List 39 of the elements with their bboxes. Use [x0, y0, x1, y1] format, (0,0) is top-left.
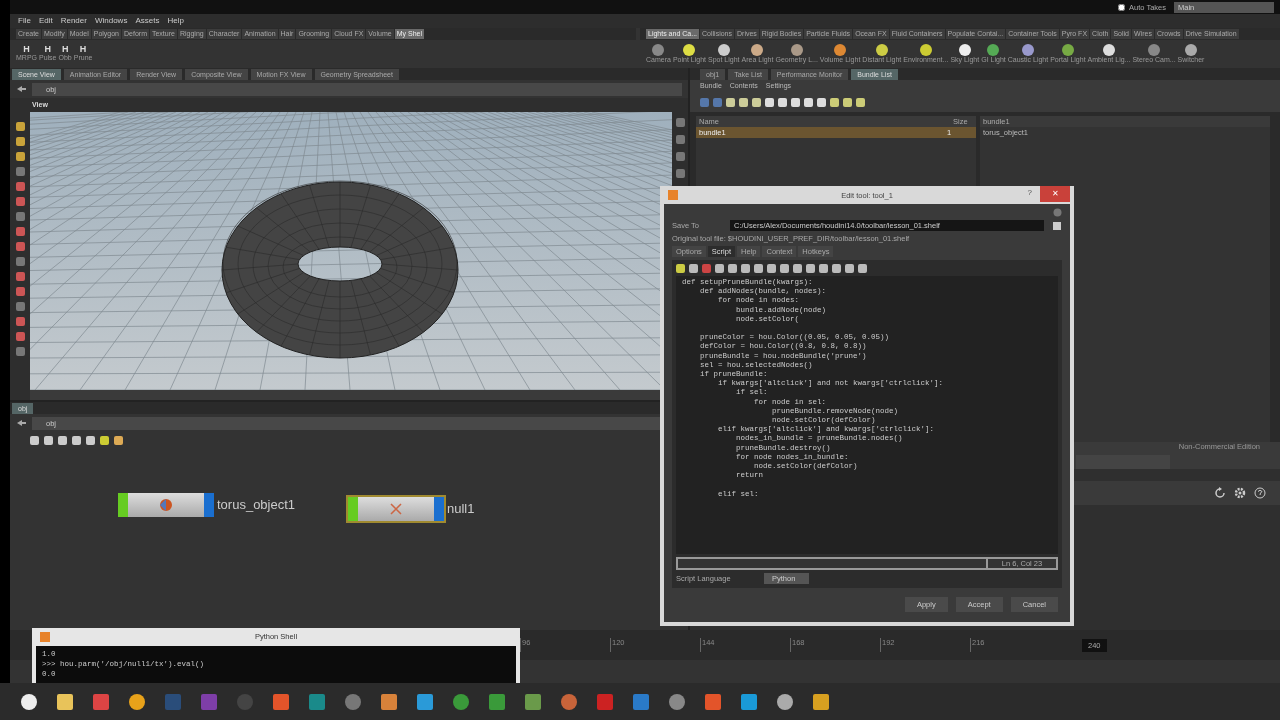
- app-icon[interactable]: [811, 691, 831, 712]
- node-label: torus_object1: [217, 497, 296, 513]
- back-arrow-icon[interactable]: [16, 85, 26, 93]
- menu-item[interactable]: File: [18, 16, 31, 26]
- help-button[interactable]: ?: [1027, 188, 1032, 198]
- settings-icon[interactable]: [1234, 487, 1246, 499]
- node-label: null1: [447, 501, 475, 517]
- menu-item[interactable]: Windows: [94, 16, 128, 26]
- menu-item[interactable]: Edit: [38, 16, 53, 26]
- app-icon: [40, 632, 50, 642]
- menu-item[interactable]: Render: [60, 16, 87, 26]
- app-icon[interactable]: [55, 691, 75, 712]
- file-icon[interactable]: [1052, 220, 1062, 231]
- app-icon[interactable]: [451, 691, 471, 712]
- back-arrow-icon[interactable]: [16, 419, 26, 427]
- app-icon[interactable]: [559, 691, 579, 712]
- app-icon[interactable]: [775, 691, 795, 712]
- close-button[interactable]: ✕: [1040, 186, 1070, 202]
- app-icon[interactable]: [487, 691, 507, 712]
- app-icon[interactable]: [667, 691, 687, 712]
- app-icon[interactable]: [379, 691, 399, 712]
- network-node[interactable]: [118, 493, 214, 517]
- app-icon[interactable]: [127, 691, 147, 712]
- menu-item[interactable]: Assets: [135, 16, 160, 26]
- app-icon[interactable]: [307, 691, 327, 712]
- app-icon[interactable]: [415, 691, 435, 712]
- app-icon[interactable]: [739, 691, 759, 712]
- app-icon[interactable]: [523, 691, 543, 712]
- node-type-icon: [389, 502, 403, 516]
- app-icon: [668, 190, 678, 200]
- menu-item[interactable]: Help: [167, 16, 184, 26]
- app-icon[interactable]: [271, 691, 291, 712]
- app-icon[interactable]: [703, 691, 723, 712]
- help-icon[interactable]: [1053, 208, 1062, 217]
- node-type-icon: [159, 498, 173, 512]
- auto-takes-checkbox[interactable]: [1118, 3, 1125, 11]
- help-icon[interactable]: [1254, 487, 1266, 499]
- refresh-icon[interactable]: [1214, 487, 1226, 499]
- network-node[interactable]: [348, 497, 444, 521]
